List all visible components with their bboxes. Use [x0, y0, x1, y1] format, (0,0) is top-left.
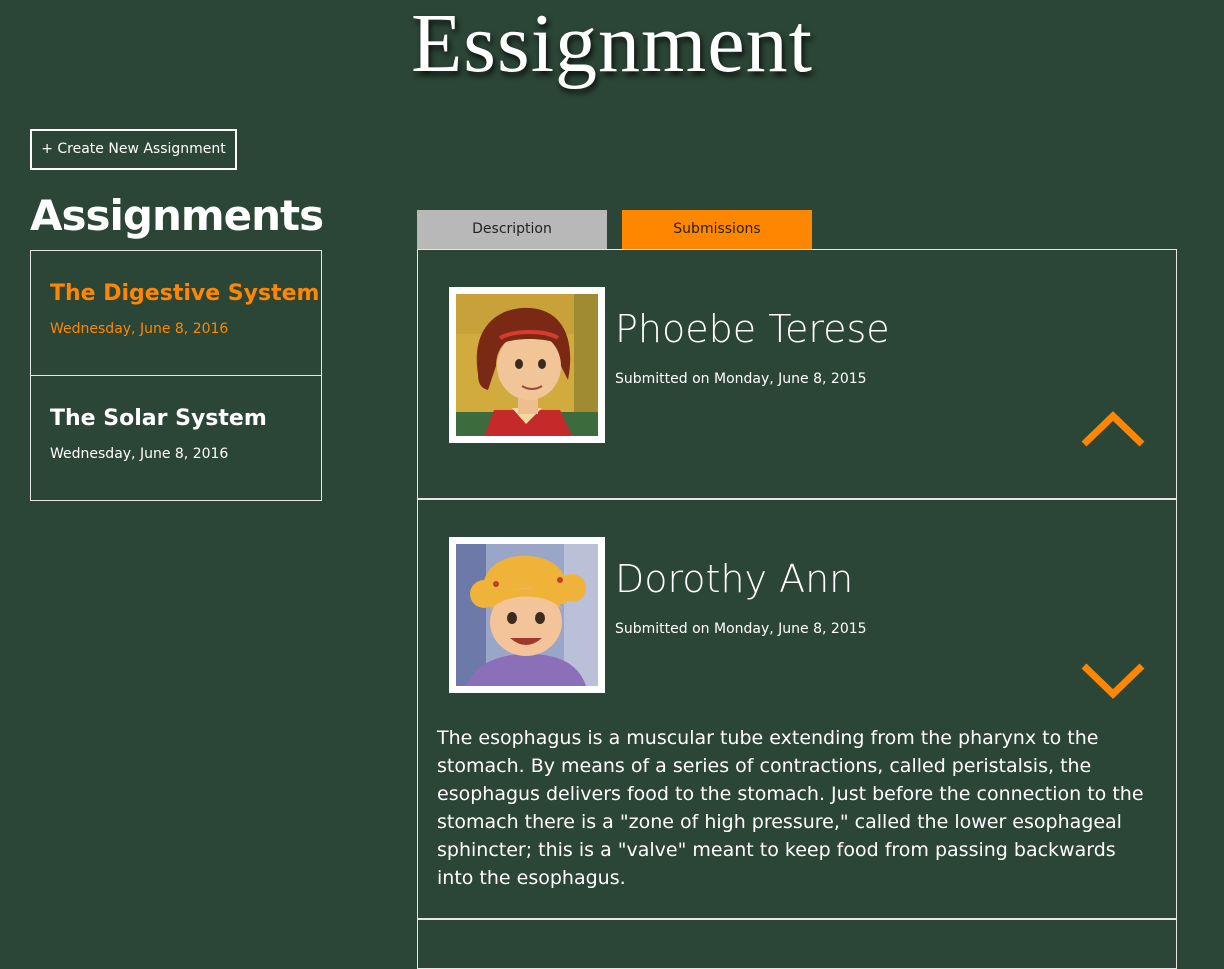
submission-date: Submitted on Monday, June 8, 2015: [615, 621, 867, 637]
chevron-up-icon[interactable]: [1080, 410, 1146, 454]
create-assignment-button[interactable]: + Create New Assignment: [30, 129, 237, 170]
assignment-title: The Solar System: [50, 406, 267, 431]
tab-description[interactable]: Description: [417, 210, 607, 249]
app-title: Essignment: [411, 0, 813, 90]
submission-card: Phoebe Terese Submitted on Monday, June …: [418, 250, 1176, 500]
student-name: Dorothy Ann: [615, 557, 854, 601]
student-name: Phoebe Terese: [615, 307, 890, 351]
assignment-date: Wednesday, June 8, 2016: [50, 446, 229, 462]
assignments-heading: Assignments: [30, 191, 324, 240]
submission-text: The esophagus is a muscular tube extendi…: [437, 727, 1144, 889]
assignment-item-digestive-system[interactable]: The Digestive System Wednesday, June 8, …: [30, 250, 322, 376]
student-avatar: [449, 537, 605, 693]
tab-submissions[interactable]: Submissions: [622, 210, 812, 249]
assignment-date: Wednesday, June 8, 2016: [50, 321, 229, 337]
submission-date: Submitted on Monday, June 8, 2015: [615, 371, 867, 387]
assignment-list: The Digestive System Wednesday, June 8, …: [30, 250, 322, 501]
student-avatar: [449, 287, 605, 443]
assignment-item-solar-system[interactable]: The Solar System Wednesday, June 8, 2016: [30, 375, 322, 501]
submission-card: Dorothy Ann Submitted on Monday, June 8,…: [418, 500, 1176, 920]
submissions-panel: Phoebe Terese Submitted on Monday, June …: [417, 249, 1177, 969]
chevron-down-icon[interactable]: [1080, 660, 1146, 704]
assignment-title: The Digestive System: [50, 281, 320, 306]
